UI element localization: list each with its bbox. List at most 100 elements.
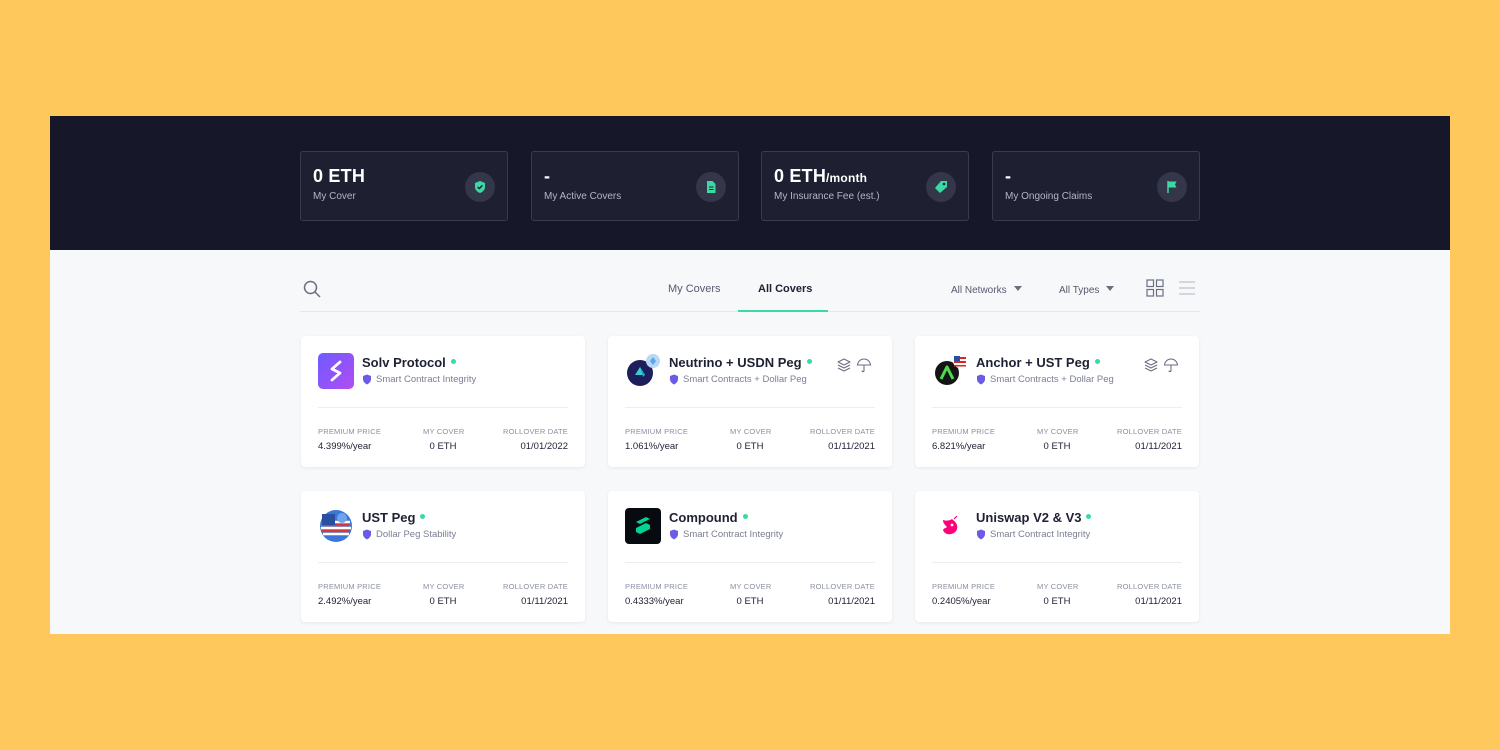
my-cover-label: My Cover [313, 191, 356, 202]
active-covers-label: My Active Covers [544, 191, 622, 202]
cover-card-anchor-ust-peg[interactable]: Anchor + UST Peg Smart Contracts + Dolla… [915, 336, 1199, 467]
network-filter-dropdown[interactable]: All Networks [951, 285, 1022, 296]
insurance-fee-card: 0 ETH/month My Insurance Fee (est.) [761, 151, 969, 221]
chevron-down-icon [1013, 286, 1022, 291]
premium-price-label: PREMIUM PRICE [625, 427, 689, 436]
status-dot [742, 514, 748, 519]
shield-icon [670, 374, 678, 385]
my-cover-value: 0 ETH [736, 441, 764, 452]
cover-name: Solv Protocol [362, 355, 456, 370]
status-dot [806, 359, 812, 364]
shield-icon [363, 374, 371, 385]
my-cover-value: 0 ETH [1043, 596, 1071, 607]
premium-price-value: 6.821%/year [932, 441, 986, 452]
my-cover-card: 0 ETH My Cover [300, 151, 508, 221]
premium-price-value: 1.061%/year [625, 441, 679, 452]
cover-type-label: Smart Contract Integrity [990, 529, 1091, 540]
shield-icon [977, 374, 985, 385]
cover-card-ust-peg[interactable]: UST Peg Dollar Peg Stability PREMIUM PRI… [301, 491, 585, 622]
shield-icon [977, 529, 985, 540]
rollover-date-label: ROLLOVER DATE [810, 427, 875, 436]
search-icon[interactable] [302, 279, 322, 299]
status-dot [1094, 359, 1100, 364]
summary-header: 0 ETH My Cover - My Active Covers 0 ETH/… [50, 116, 1450, 250]
ongoing-claims-value: - [1005, 166, 1012, 186]
layers-icon[interactable] [836, 357, 852, 373]
active-covers-value: - [544, 166, 551, 186]
tag-icon [926, 172, 956, 202]
tab-my-covers[interactable]: My Covers [668, 283, 721, 295]
card-divider [932, 407, 1182, 408]
solv-logo [318, 353, 354, 389]
network-filter-label: All Networks [951, 285, 1007, 296]
ongoing-claims-card: - My Ongoing Claims [992, 151, 1200, 221]
document-icon [696, 172, 726, 202]
cover-type-label: Smart Contracts + Dollar Peg [990, 374, 1114, 385]
my-cover-value: 0 ETH [429, 596, 457, 607]
my-cover-value: 0 ETH [736, 596, 764, 607]
my-cover-value: 0 ETH [429, 441, 457, 452]
compound-logo [625, 508, 661, 544]
cover-type: Smart Contracts + Dollar Peg [976, 374, 1114, 385]
cover-card-neutrino-usdn-peg[interactable]: Neutrino + USDN Peg Smart Contracts + Do… [608, 336, 892, 467]
insurance-fee-value: 0 ETH/month [774, 166, 868, 186]
my-cover-label: MY COVER [1037, 427, 1079, 436]
cover-card-solv-protocol[interactable]: Solv Protocol Smart Contract Integrity P… [301, 336, 585, 467]
rollover-date-value: 01/11/2021 [521, 596, 568, 607]
status-dot [1086, 514, 1092, 519]
layers-icon[interactable] [1143, 357, 1159, 373]
app-frame: 0 ETH My Cover - My Active Covers 0 ETH/… [50, 116, 1450, 634]
umbrella-icon[interactable] [1163, 357, 1179, 373]
card-divider [318, 407, 568, 408]
cover-type: Smart Contracts + Dollar Peg [669, 374, 807, 385]
shield-icon [363, 529, 371, 540]
list-view-icon[interactable] [1178, 279, 1196, 297]
rollover-date-label: ROLLOVER DATE [810, 582, 875, 591]
rollover-date-label: ROLLOVER DATE [503, 582, 568, 591]
my-cover-label: MY COVER [423, 582, 465, 591]
cover-name: Anchor + UST Peg [976, 355, 1100, 370]
type-filter-dropdown[interactable]: All Types [1059, 285, 1115, 296]
premium-price-value: 0.4333%/year [625, 596, 684, 607]
cover-card-uniswap[interactable]: Uniswap V2 & V3 Smart Contract Integrity… [915, 491, 1199, 622]
cover-name: UST Peg [362, 510, 426, 525]
umbrella-icon[interactable] [856, 357, 872, 373]
cover-name: Uniswap V2 & V3 [976, 510, 1092, 525]
status-dot [450, 359, 456, 364]
card-divider [932, 562, 1182, 563]
rollover-date-label: ROLLOVER DATE [503, 427, 568, 436]
cover-type: Smart Contract Integrity [669, 529, 783, 540]
cover-type-label: Smart Contract Integrity [376, 374, 477, 385]
cover-type: Smart Contract Integrity [362, 374, 476, 385]
premium-price-value: 4.399%/year [318, 441, 372, 452]
anchor-logo [932, 353, 968, 389]
grid-view-icon[interactable] [1146, 279, 1164, 297]
tab-all-covers[interactable]: All Covers [758, 283, 812, 295]
rollover-date-value: 01/11/2021 [1135, 596, 1182, 607]
premium-price-label: PREMIUM PRICE [932, 582, 996, 591]
uniswap-logo [932, 508, 968, 544]
flag-icon [1157, 172, 1187, 202]
my-cover-label: MY COVER [1037, 582, 1079, 591]
card-actions [1143, 357, 1179, 373]
card-divider [625, 562, 875, 563]
my-cover-value: 0 ETH [1043, 441, 1071, 452]
premium-price-label: PREMIUM PRICE [932, 427, 996, 436]
card-actions [836, 357, 872, 373]
premium-price-value: 2.492%/year [318, 596, 372, 607]
status-dot [420, 514, 426, 519]
cover-type-label: Dollar Peg Stability [376, 529, 457, 540]
rollover-date-value: 01/11/2021 [828, 596, 875, 607]
active-covers-card: - My Active Covers [531, 151, 739, 221]
shield-check-icon [465, 172, 495, 202]
rollover-date-value: 01/01/2022 [520, 441, 568, 452]
cover-name: Compound [669, 510, 748, 525]
cover-type-label: Smart Contracts + Dollar Peg [683, 374, 807, 385]
premium-price-value: 0.2405%/year [932, 596, 991, 607]
rollover-date-label: ROLLOVER DATE [1117, 427, 1182, 436]
card-divider [318, 562, 568, 563]
my-cover-label: MY COVER [423, 427, 465, 436]
cover-card-compound[interactable]: Compound Smart Contract Integrity PREMIU… [608, 491, 892, 622]
premium-price-label: PREMIUM PRICE [318, 582, 382, 591]
cover-name: Neutrino + USDN Peg [669, 355, 812, 370]
